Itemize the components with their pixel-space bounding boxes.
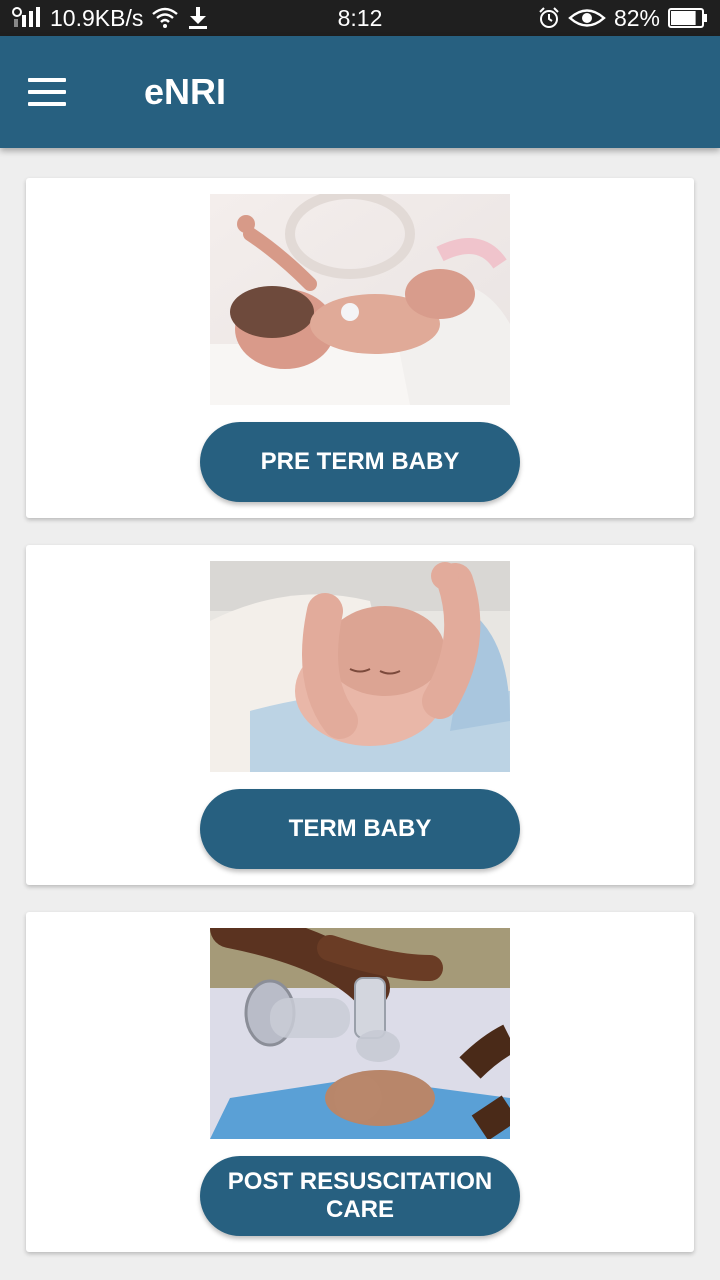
battery-icon <box>668 8 707 28</box>
post-resuscitation-care-button[interactable]: POST RESUSCITATION CARE <box>200 1156 520 1236</box>
download-icon <box>189 7 208 29</box>
network-speed: 10.9KB/s <box>50 4 144 31</box>
card-term-baby: TERM BABY <box>26 545 694 885</box>
menu-icon[interactable] <box>28 64 84 120</box>
clock: 8:12 <box>337 4 383 31</box>
signal-icon <box>12 7 40 27</box>
pre-term-baby-button[interactable]: PRE TERM BABY <box>200 422 520 502</box>
card-pre-term-baby: PRE TERM BABY <box>26 178 694 518</box>
eye-icon <box>568 9 606 27</box>
status-left: 10.9KB/s <box>12 5 209 32</box>
wifi-icon <box>152 7 179 28</box>
battery-percent: 82% <box>613 4 660 31</box>
alarm-icon <box>539 7 559 28</box>
card-post-resuscitation-care: POST RESUSCITATION CARE <box>26 912 694 1252</box>
term-baby-photo <box>210 561 510 772</box>
resuscitation-photo <box>210 928 510 1139</box>
term-baby-button[interactable]: TERM BABY <box>200 789 520 869</box>
status-right: 82% <box>538 5 708 32</box>
preterm-baby-photo <box>210 194 510 405</box>
status-bar: 10.9KB/s 8:12 82% <box>0 0 720 36</box>
app-bar: eNRI <box>0 36 720 148</box>
app-title: eNRI <box>144 71 227 112</box>
